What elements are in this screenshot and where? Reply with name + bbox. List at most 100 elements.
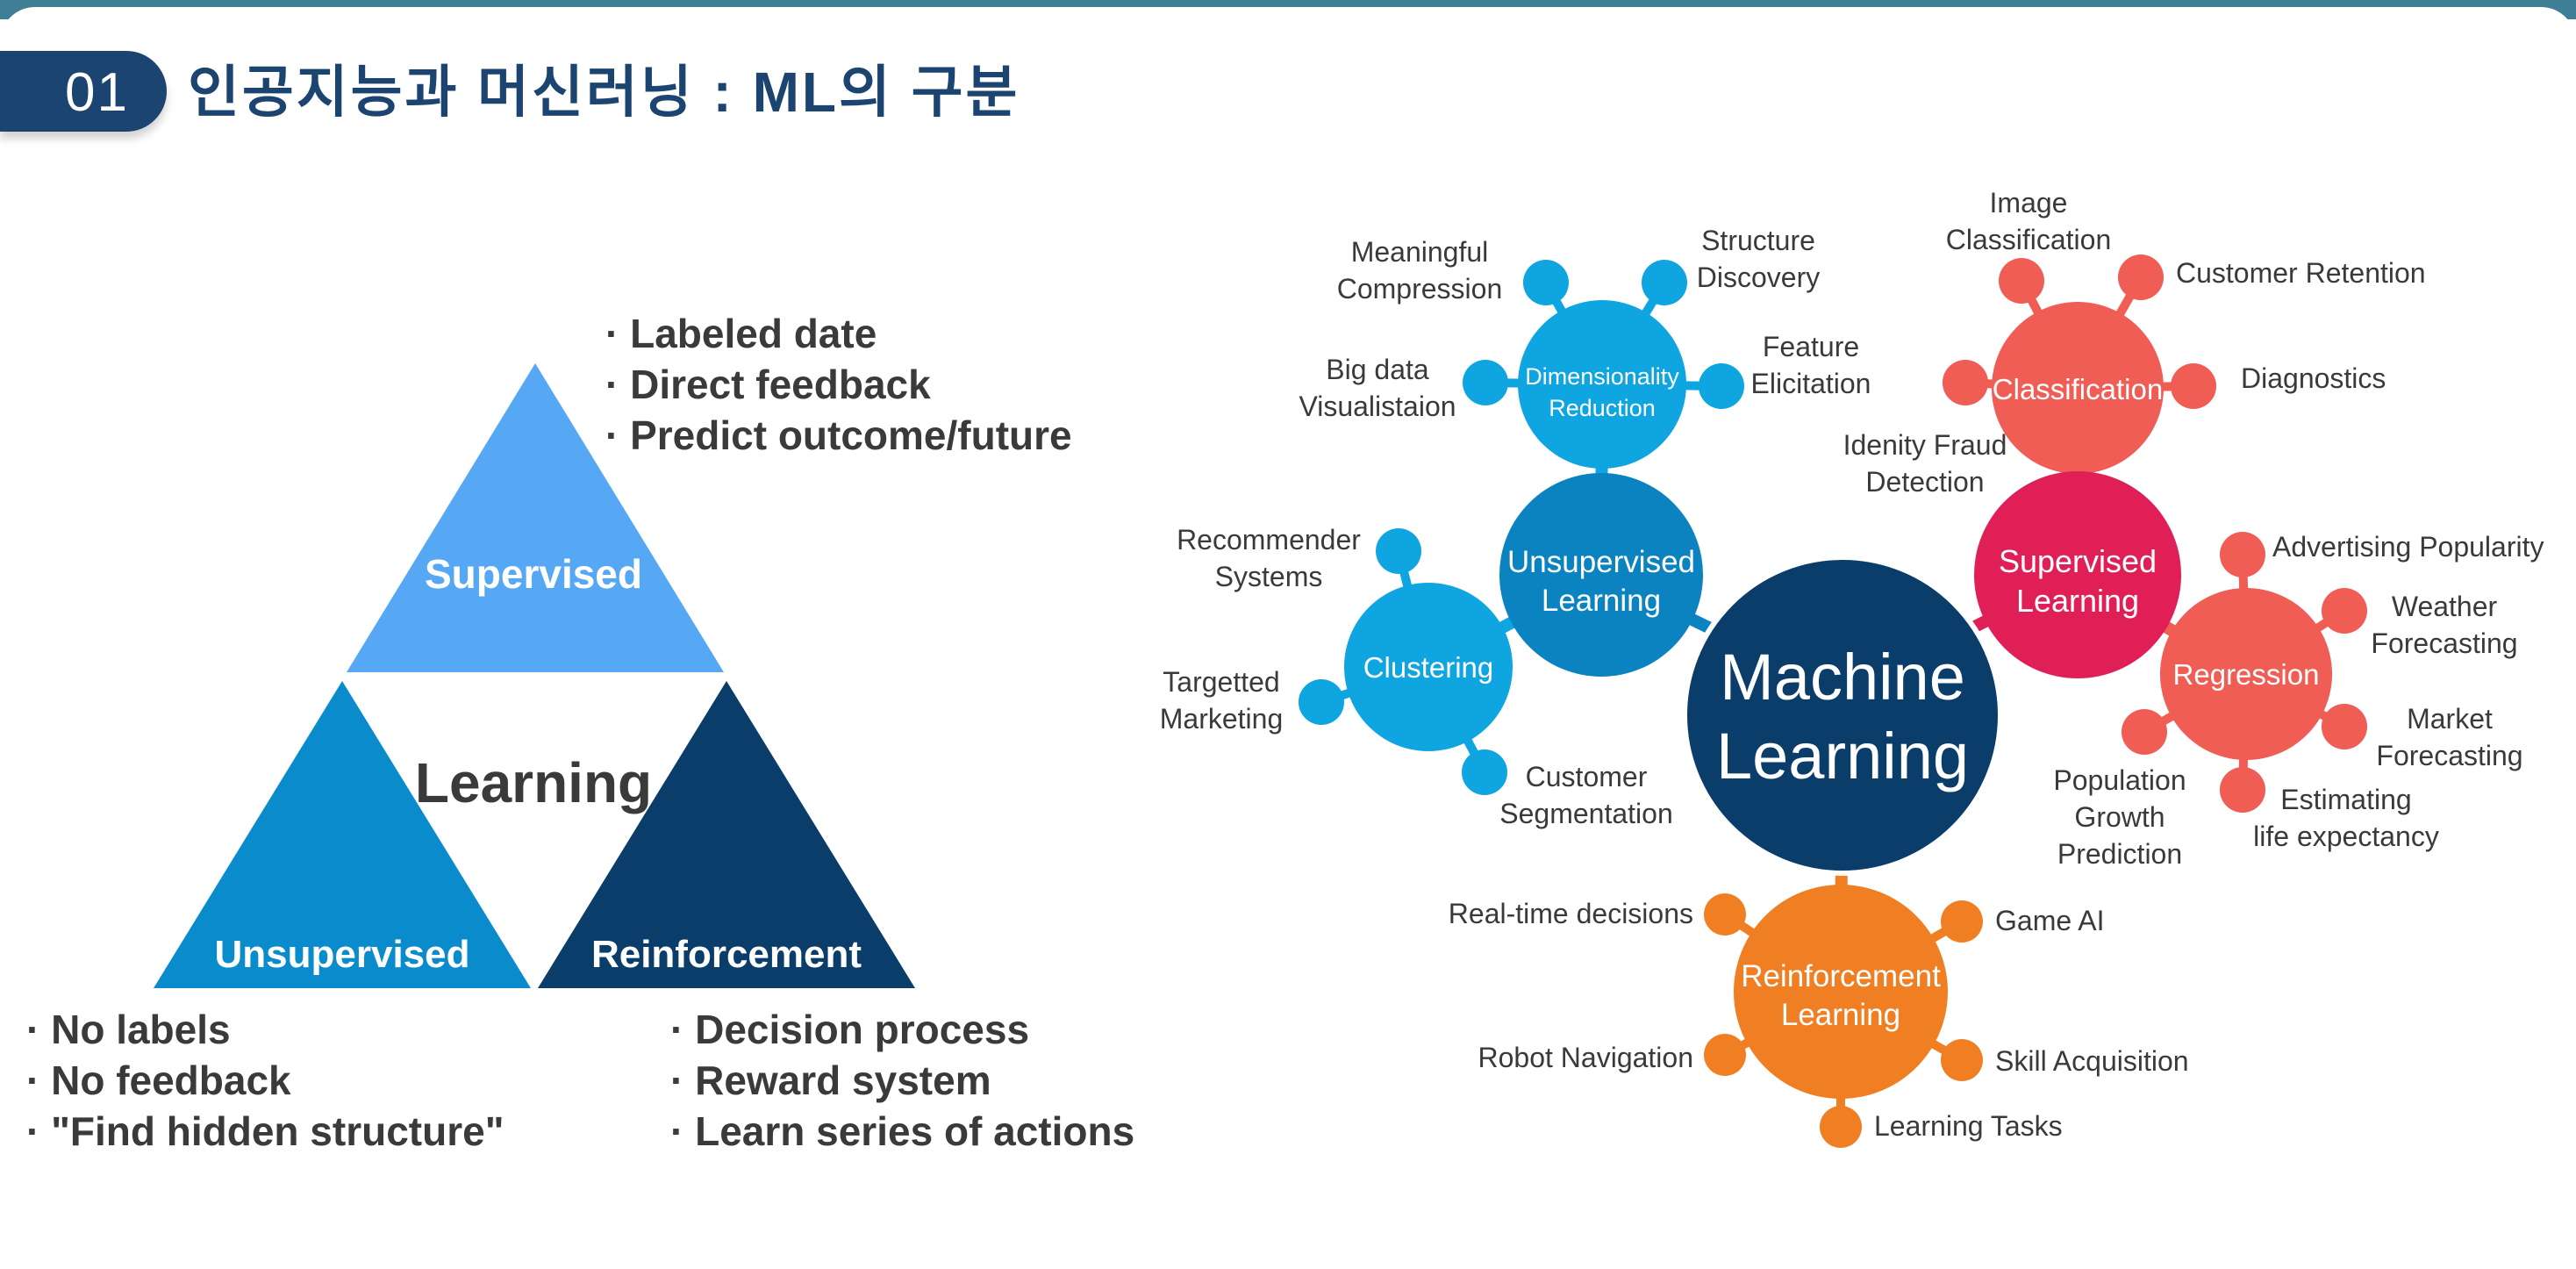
reinforcement-learning-label-line2: Learning — [1781, 998, 1900, 1032]
leaf-connector — [1838, 917, 1964, 996]
supervised-bullet-2: · Direct feedback — [605, 362, 931, 407]
leaf-connector — [2243, 606, 2347, 678]
leaf-dot-population-growth — [2122, 709, 2167, 755]
reinforcement-learning-label-line1: Reinforcement — [1741, 959, 1941, 993]
leaf-connector — [1485, 378, 1603, 389]
reinforcement-bullet-2: · Reward system — [670, 1058, 991, 1103]
supervised-bullet-1: · Labeled date — [605, 311, 877, 356]
classification-label: Classification — [1993, 373, 2163, 405]
advertising-popularity-label: Advertising Popularity — [2272, 531, 2544, 563]
recommender-systems-label-2: Systems — [1215, 561, 1323, 592]
leaf-dot-targetted-marketing — [1299, 679, 1344, 725]
real-time-decisions-label: Real-time decisions — [1449, 898, 1693, 929]
leaf-connector — [2077, 382, 2194, 392]
connector-supervised-regression — [2074, 569, 2250, 680]
supervised-learning-label-line1: Supervised — [1999, 543, 2157, 579]
leaf-dots — [1299, 255, 2367, 1148]
unsupervised-learning-node — [1499, 473, 1703, 677]
mindmap-connectors — [1425, 384, 2250, 993]
learning-triangle-diagram: Supervised Unsupervised Reinforcement Le… — [26, 311, 1134, 1154]
leaf-dot-customer-retention — [2118, 255, 2164, 300]
dimensionality-reduction-label-line2: Reduction — [1549, 395, 1656, 421]
skill-acquisition-label: Skill Acquisition — [1995, 1045, 2189, 1077]
unsupervised-learning-label-line2: Learning — [1542, 584, 1661, 618]
identity-fraud-label-1: Idenity Fraud — [1843, 429, 2007, 461]
learning-center-label: Learning — [415, 751, 652, 814]
connector-unsupervised-dimred — [1595, 384, 1608, 576]
leaf-dot-skill-acquisition — [1941, 1039, 1983, 1081]
recommender-systems-label-1: Recommender — [1177, 524, 1361, 556]
machine-learning-center-node — [1682, 555, 2003, 876]
supervised-triangle — [347, 363, 724, 672]
clustering-node — [1344, 583, 1513, 751]
customer-segmentation-label-1: Customer — [1526, 761, 1648, 792]
identity-fraud-label-2: Detection — [1865, 466, 1984, 498]
reinforcement-bullet-1: · Decision process — [670, 1007, 1029, 1052]
leaf-connector — [2238, 554, 2250, 675]
regression-label: Regression — [2173, 658, 2320, 691]
leaf-connector — [1542, 280, 1606, 387]
leaf-dot-robot-navigation — [1704, 1034, 1746, 1076]
supervised-learning-node — [1974, 471, 2181, 678]
leaf-dot-meaningful-compression — [1523, 260, 1569, 305]
leaf-dot-customer-segmentation — [1462, 749, 1507, 795]
supervised-label: Supervised — [425, 551, 642, 597]
leaf-dot-advertising-popularity — [2220, 532, 2265, 577]
customer-segmentation-label-2: Segmentation — [1499, 798, 1672, 829]
supervised-bullet-3: · Predict outcome/future — [605, 412, 1072, 458]
leaf-dot-real-time-decisions — [1704, 893, 1746, 936]
feature-elicitation-label-2: Elicitation — [1751, 368, 1871, 399]
connector-unsupervised-clustering — [1425, 569, 1605, 673]
leaf-dot-feature-elicitation — [1699, 363, 1744, 409]
dimensionality-reduction-node — [1518, 300, 1686, 469]
leaf-labels: Meaningful Compression Structure Discove… — [1160, 187, 2544, 1142]
diagnostics-label: Diagnostics — [2241, 362, 2386, 394]
unsupervised-label: Unsupervised — [215, 933, 470, 976]
structure-discovery-label-2: Discovery — [1697, 262, 1820, 293]
leaf-connector — [1601, 380, 1722, 391]
leaf-dot-estimating-life-expectancy — [2220, 767, 2265, 813]
targetted-marketing-label-1: Targetted — [1163, 666, 1279, 698]
big-data-label-2: Visualistaion — [1299, 391, 1456, 422]
unsupervised-bullet-2: · No feedback — [26, 1058, 291, 1103]
supervised-learning-label-line2: Learning — [2016, 583, 2139, 619]
leaf-connector — [1424, 664, 1489, 775]
leaf-dot-recommender-systems — [1376, 528, 1421, 574]
population-growth-label-1: Population — [2053, 764, 2186, 796]
leaf-dot-identity-fraud — [1943, 360, 1988, 405]
leaf-dot-game-ai — [1941, 900, 1983, 943]
estimating-life-expectancy-label-1: Estimating — [2280, 784, 2411, 815]
big-data-label-1: Big data — [1326, 354, 1429, 385]
leaf-connector — [1598, 280, 1669, 387]
clustering-label: Clustering — [1363, 651, 1494, 684]
learning-tasks-label: Learning Tasks — [1874, 1110, 2063, 1142]
image-classification-label-1: Image — [1990, 187, 2068, 219]
game-ai-label: Game AI — [1995, 905, 2105, 936]
leaf-dot-image-classification — [1999, 258, 2044, 304]
weather-forecasting-label-2: Forecasting — [2371, 627, 2517, 659]
unsupervised-bullet-1: · No labels — [26, 1007, 231, 1052]
connector-ml-supervised — [1839, 569, 2081, 699]
image-classification-label-2: Classification — [1946, 224, 2112, 255]
leaf-connector — [1722, 910, 1843, 996]
structure-discovery-label-1: Structure — [1701, 225, 1815, 256]
connector-ml-reinforcement — [1835, 692, 1849, 993]
leaf-connector — [2243, 670, 2347, 731]
reinforcement-learning-node — [1734, 885, 1948, 1099]
market-forecasting-label-1: Market — [2407, 703, 2493, 735]
targetted-marketing-label-2: Marketing — [1160, 703, 1284, 735]
weather-forecasting-label-1: Weather — [2392, 591, 2498, 622]
leaf-dot-big-data-visualisation — [1463, 360, 1508, 405]
unsupervised-bullet-3: · "Find hidden structure" — [26, 1108, 504, 1154]
leaf-connector — [1320, 663, 1430, 706]
machine-learning-label-line1: Machine — [1720, 641, 1965, 713]
leaf-dot-market-forecasting — [2322, 704, 2367, 749]
regression-node — [2160, 588, 2332, 760]
population-growth-label-3: Prediction — [2057, 838, 2182, 870]
meaningful-compression-label-1: Meaningful — [1351, 236, 1489, 268]
leaf-connector — [1394, 549, 1433, 669]
unsupervised-learning-label-line1: Unsupervised — [1507, 545, 1695, 579]
leaf-connectors — [1320, 275, 2347, 1127]
leaf-dot-structure-discovery — [1642, 260, 1687, 305]
dimensionality-reduction-label-line1: Dimensionality — [1525, 363, 1679, 390]
